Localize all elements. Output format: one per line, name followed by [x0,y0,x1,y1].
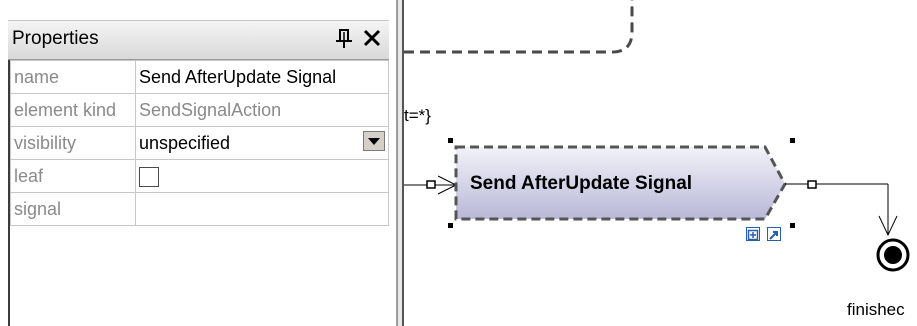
link-icon[interactable] [767,227,781,241]
leaf-checkbox[interactable] [139,166,159,187]
link-icon-glyph [769,231,778,240]
selection-handle[interactable] [790,138,795,143]
signal-value-field[interactable] [135,192,389,226]
property-row-signal: signal [10,192,389,226]
panel-splitter[interactable] [397,0,404,326]
selection-handle[interactable] [448,223,453,228]
close-icon[interactable] [360,26,384,50]
input-pin[interactable] [426,180,436,189]
selection-handle[interactable] [448,138,453,143]
activity-final-node-core [884,246,902,264]
leaf-value-cell [135,159,389,193]
element-kind-value: SendSignalAction [135,93,389,127]
properties-title: Properties [12,28,99,49]
activity-partition-edge [404,0,634,54]
pin-icon[interactable] [333,27,355,51]
output-pin[interactable] [807,180,817,189]
expand-icon[interactable] [746,227,760,241]
guard-label: t=*} [404,106,431,125]
properties-panel: Properties name Send AfterUpdate Signal … [0,0,397,326]
diagram-canvas[interactable] [404,0,917,326]
properties-titlebar: Properties [8,20,389,60]
selection-handle[interactable] [790,223,795,228]
send-signal-action-label: Send AfterUpdate Signal [470,173,693,194]
final-node-label: finishec [847,300,905,319]
chevron-down-icon[interactable] [363,131,385,151]
property-key: visibility [10,126,136,160]
property-key: leaf [10,159,136,193]
properties-grid: name Send AfterUpdate Signal element kin… [10,60,389,226]
property-row-visibility: visibility unspecified [10,126,389,160]
visibility-select[interactable]: unspecified [135,126,389,160]
visibility-selected-value: unspecified [139,132,231,153]
property-row-name: name Send AfterUpdate Signal [10,60,389,94]
property-key: element kind [10,93,136,127]
expand-icon-glyph [747,229,759,241]
property-row-leaf: leaf [10,159,389,193]
property-key: name [10,60,136,94]
name-value-field[interactable]: Send AfterUpdate Signal [135,60,389,94]
property-row-element-kind: element kind SendSignalAction [10,93,389,127]
property-key: signal [10,192,136,226]
